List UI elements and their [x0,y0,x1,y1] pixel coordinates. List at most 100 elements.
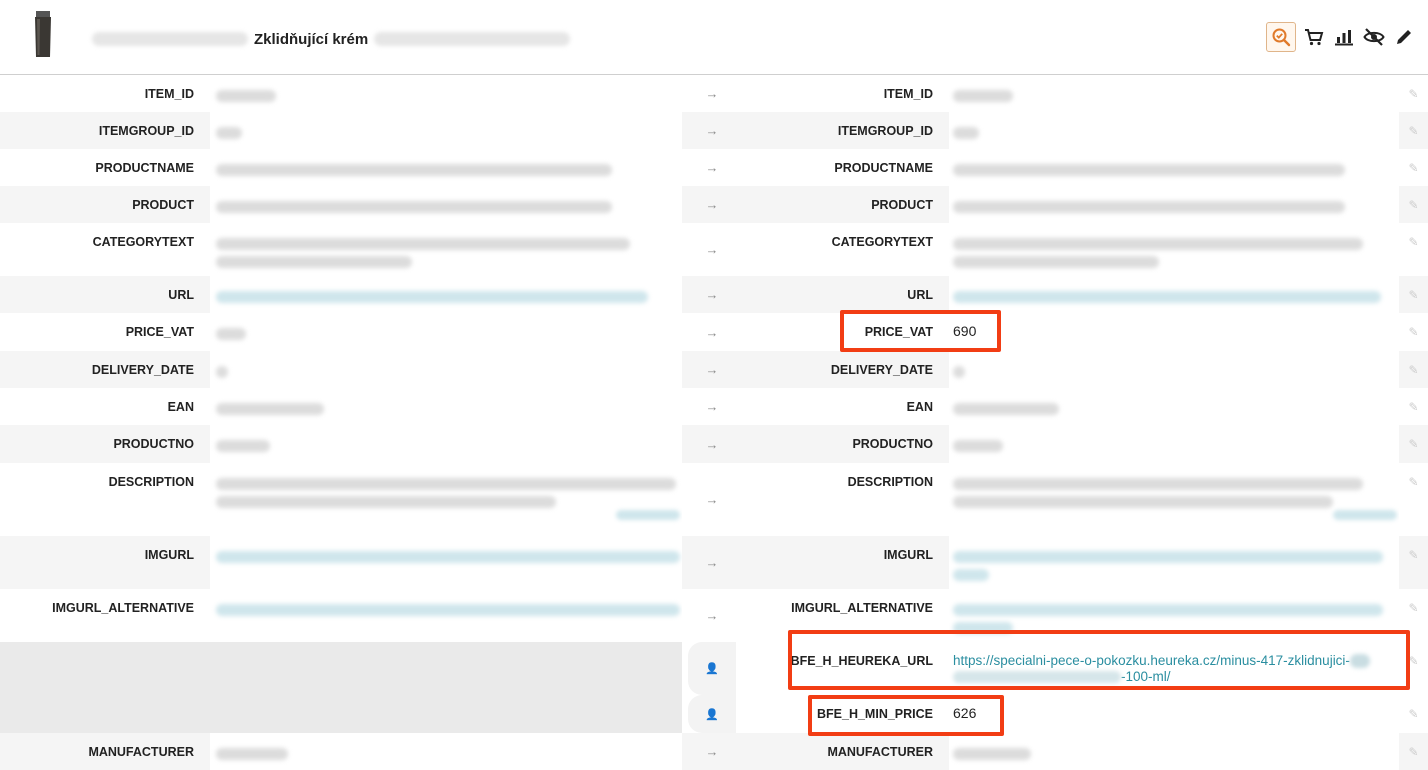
hide-button[interactable] [1362,25,1386,49]
table-row: IMGURL → IMGURL ✎ [0,536,1428,589]
product-title-row: Zklidňující krém [92,28,571,50]
right-field-label: IMGURL_ALTERNATIVE [791,601,933,615]
empty-left-cell [0,642,682,695]
edit-field-button[interactable]: ✎ [1399,276,1428,313]
copy-arrow-button[interactable]: → [688,313,736,351]
copy-arrow-button[interactable]: → [688,276,736,313]
left-field-label: IMGURL [144,548,194,562]
arrow-right-icon: → [705,287,719,302]
pencil-icon: ✎ [1408,288,1419,302]
copy-arrow-button[interactable]: → [688,186,736,223]
edit-field-button[interactable]: ✎ [1399,536,1428,589]
right-field-value[interactable] [949,589,1399,642]
edit-field-button[interactable]: ✎ [1399,733,1428,770]
arrow-right-icon: → [705,242,719,257]
right-field-value[interactable]: 690 [949,313,1399,351]
right-field-value[interactable]: 626 [949,695,1399,733]
redacted-title-suffix [374,32,571,46]
right-field-value[interactable] [949,149,1399,186]
right-field-value[interactable] [949,463,1399,536]
edit-field-button[interactable]: ✎ [1399,351,1428,388]
table-row: ITEMGROUP_ID → ITEMGROUP_ID ✎ [0,112,1428,149]
right-field-label: DESCRIPTION [847,475,933,489]
left-field-value [210,425,682,463]
edit-field-button[interactable]: ✎ [1399,695,1428,733]
left-field-value [210,223,682,276]
heureka-url-line1: https://specialni-pece-o-pokozku.heureka… [953,653,1350,668]
right-field-value[interactable] [949,223,1399,276]
bar-chart-icon [1335,30,1353,46]
cart-button[interactable] [1302,25,1326,49]
product-thumbnail [35,11,51,57]
right-field-value[interactable] [949,75,1399,112]
left-field-value [210,733,682,770]
edit-field-button[interactable]: ✎ [1399,463,1428,536]
left-field-label: CATEGORYTEXT [92,235,194,249]
right-field-value[interactable] [949,112,1399,149]
table-row: CATEGORYTEXT → CATEGORYTEXT ✎ [0,223,1428,276]
right-field-value[interactable] [949,536,1399,589]
copy-arrow-button[interactable]: → [688,112,736,149]
edit-field-button[interactable]: ✎ [1399,223,1428,276]
copy-arrow-button[interactable]: → [688,733,736,770]
arrow-right-icon: → [705,608,719,623]
left-field-label: ITEMGROUP_ID [98,124,194,138]
table-row: 👤 BFE_H_HEUREKA_URL https://specialni-pe… [0,642,1428,695]
edit-field-button[interactable]: ✎ [1399,642,1428,695]
edit-button[interactable] [1392,25,1416,49]
copy-arrow-button[interactable]: → [688,589,736,642]
copy-arrow-button[interactable]: → [688,149,736,186]
edit-field-button[interactable]: ✎ [1399,149,1428,186]
user-field-indicator: 👤 [688,695,736,733]
pencil-icon: ✎ [1408,198,1419,212]
copy-arrow-button[interactable]: → [688,463,736,536]
right-field-value[interactable] [949,276,1399,313]
copy-arrow-button[interactable]: → [688,223,736,276]
right-field-label: BFE_H_MIN_PRICE [817,707,933,721]
left-field-value [210,186,682,223]
right-field-label: PRODUCTNAME [834,161,933,175]
right-field-value[interactable] [949,351,1399,388]
copy-arrow-button[interactable]: → [688,536,736,589]
left-field-label: DELIVERY_DATE [91,363,194,377]
right-field-label: PRODUCTNO [852,437,933,451]
left-field-label: DESCRIPTION [108,475,194,489]
table-row: DELIVERY_DATE → DELIVERY_DATE ✎ [0,351,1428,388]
edit-field-button[interactable]: ✎ [1399,425,1428,463]
show-more-link[interactable] [616,510,680,520]
left-field-value[interactable] [210,589,682,642]
left-field-value [210,149,682,186]
left-field-value[interactable] [210,536,682,589]
copy-arrow-button[interactable]: → [688,75,736,112]
edit-field-button[interactable]: ✎ [1399,112,1428,149]
copy-arrow-button[interactable]: → [688,388,736,425]
edit-field-button[interactable]: ✎ [1399,589,1428,642]
edit-field-button[interactable]: ✎ [1399,186,1428,223]
table-row: IMGURL_ALTERNATIVE → IMGURL_ALTERNATIVE … [0,589,1428,642]
left-field-label: PRODUCTNO [113,437,194,451]
right-field-value[interactable] [949,186,1399,223]
left-field-value[interactable] [210,276,682,313]
right-field-value[interactable]: https://specialni-pece-o-pokozku.heureka… [949,642,1399,695]
right-field-value[interactable] [949,388,1399,425]
arrow-right-icon: → [705,436,719,452]
edit-field-button[interactable]: ✎ [1399,75,1428,112]
heureka-url-link[interactable]: https://specialni-pece-o-pokozku.heureka… [953,653,1399,685]
right-field-label: URL [907,288,933,302]
min-price-value: 626 [953,705,977,721]
arrow-right-icon: → [705,744,719,759]
left-field-label: IMGURL_ALTERNATIVE [52,601,194,615]
copy-arrow-button[interactable]: → [688,351,736,388]
show-more-link[interactable] [1333,510,1397,520]
pencil-icon: ✎ [1408,437,1419,451]
right-field-value[interactable] [949,425,1399,463]
price-vat-value: 690 [953,323,977,339]
copy-arrow-button[interactable]: → [688,425,736,463]
heureka-check-button[interactable] [1266,22,1296,52]
pencil-icon: ✎ [1408,87,1419,101]
edit-field-button[interactable]: ✎ [1399,313,1428,351]
edit-field-button[interactable]: ✎ [1399,388,1428,425]
right-field-value[interactable] [949,733,1399,770]
pencil-icon: ✎ [1408,601,1419,615]
stats-button[interactable] [1332,25,1356,49]
